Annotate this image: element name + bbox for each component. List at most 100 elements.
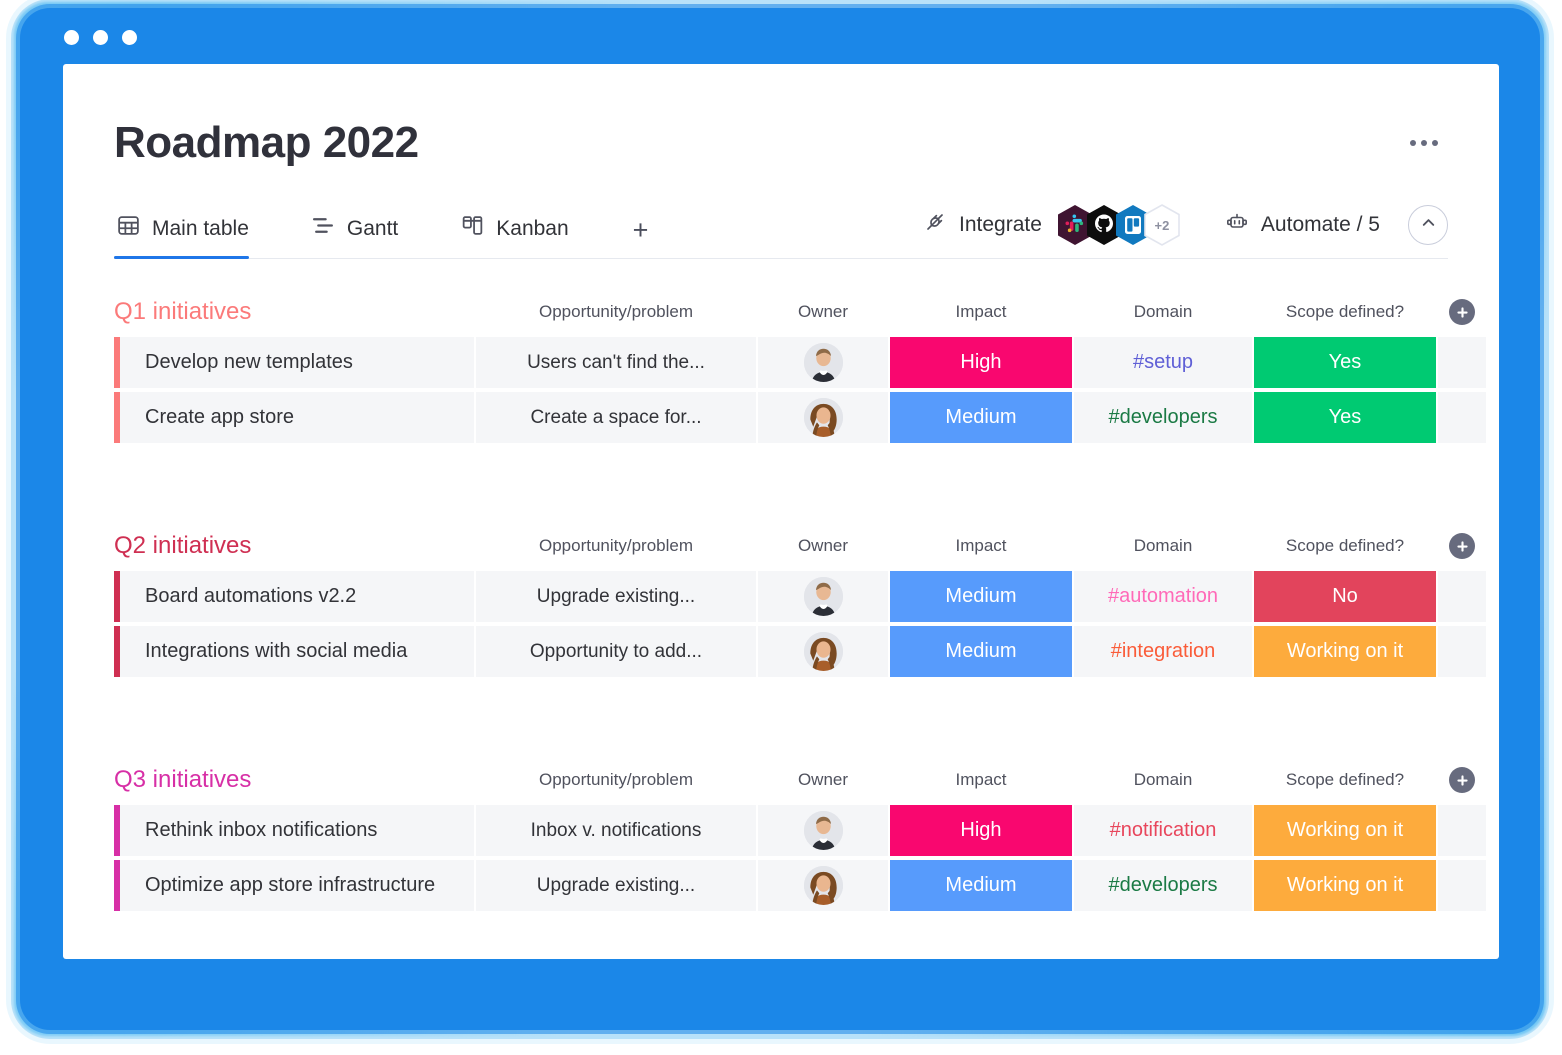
column-header-owner: Owner [797,770,849,789]
dot-glyph [1421,140,1427,146]
row-name[interactable]: Rethink inbox notifications [114,805,474,856]
tab-gantt[interactable]: Gantt [309,213,424,258]
column-header-impact: Impact [955,536,1007,555]
window-maximize-dot[interactable] [122,29,137,45]
row-end-blank [1438,337,1486,388]
screenshot-stage: Roadmap 2022 Main table Gantt Kanban + I… [0,0,1562,1055]
integrations-overflow-label: +2 [1154,217,1170,233]
row-opportunity[interactable]: Users can't find the... [476,337,756,388]
page-title: Roadmap 2022 [114,118,419,167]
row-owner[interactable] [758,392,888,443]
table-row[interactable]: Develop new templates Users can't find t… [114,337,1486,388]
add-column-button[interactable] [1438,525,1486,567]
add-column-button[interactable] [1438,759,1486,801]
table-row[interactable]: Rethink inbox notifications Inbox v. not… [114,805,1486,856]
row-impact[interactable]: High [890,337,1072,388]
row-scope[interactable]: Yes [1254,337,1436,388]
table-row[interactable]: Optimize app store infrastructure Upgrad… [114,860,1486,911]
tab-main-table[interactable]: Main table [114,213,275,259]
view-tabbar: Main table Gantt Kanban + Integrate +2 A… [114,201,1448,259]
row-scope[interactable]: No [1254,571,1436,622]
collapse-toolbar-button[interactable] [1408,205,1448,245]
column-header-scope: Scope defined? [1285,536,1405,555]
row-opportunity[interactable]: Inbox v. notifications [476,805,756,856]
row-impact[interactable]: Medium [890,571,1072,622]
group-q3-title: Q3 initiatives [114,766,252,793]
integrations-avatar-stack[interactable]: +2 [1056,204,1181,246]
group-q1-title-cell: Q1 initiatives [114,291,474,333]
table-row[interactable]: Board automations v2.2 Upgrade existing.… [114,571,1486,622]
integrations-overflow-badge[interactable]: +2 [1143,204,1181,246]
row-end-blank [1438,805,1486,856]
view-tabs: Main table Gantt Kanban + [114,213,659,259]
table-row[interactable]: Integrations with social media Opportuni… [114,626,1486,677]
row-domain[interactable]: #developers [1074,860,1252,911]
column-header-owner: Owner [797,536,849,555]
row-domain[interactable]: #integration [1074,626,1252,677]
plus-circle-icon [1449,533,1475,559]
row-name[interactable]: Optimize app store infrastructure [114,860,474,911]
row-owner[interactable] [758,571,888,622]
row-domain[interactable]: #automation [1074,571,1252,622]
row-owner[interactable] [758,805,888,856]
row-scope[interactable]: Working on it [1254,626,1436,677]
add-column-button[interactable] [1438,291,1486,333]
row-name[interactable]: Create app store [114,392,474,443]
window-close-dot[interactable] [64,29,79,45]
row-domain[interactable]: #setup [1074,337,1252,388]
row-owner[interactable] [758,860,888,911]
dot-glyph [1410,140,1416,146]
row-opportunity[interactable]: Upgrade existing... [476,860,756,911]
male-avatar [803,577,843,616]
table-row[interactable]: Create app store Create a space for... M… [114,392,1486,443]
row-name[interactable]: Develop new templates [114,337,474,388]
female-avatar [803,632,843,671]
plus-circle-icon [1449,299,1475,325]
row-end-blank [1438,626,1486,677]
group-q1-title: Q1 initiatives [114,298,252,325]
automate-button[interactable]: Automate / 5 [1225,210,1380,240]
column-header-opportunity: Opportunity/problem [538,770,694,789]
row-name[interactable]: Board automations v2.2 [114,571,474,622]
integrate-label: Integrate [959,213,1042,236]
row-scope[interactable]: Working on it [1254,805,1436,856]
row-end-blank [1438,571,1486,622]
board-more-options-button[interactable] [1404,130,1444,156]
row-owner[interactable] [758,626,888,677]
page-header: Roadmap 2022 [63,64,1499,165]
gantt-bars-icon [311,213,336,244]
column-header-domain: Domain [1133,536,1193,555]
window-minimize-dot[interactable] [93,29,108,45]
row-owner[interactable] [758,337,888,388]
plug-icon [923,210,947,240]
row-impact[interactable]: Medium [890,860,1072,911]
male-avatar [803,343,843,382]
row-scope[interactable]: Working on it [1254,860,1436,911]
row-end-blank [1438,392,1486,443]
row-opportunity[interactable]: Create a space for... [476,392,756,443]
female-avatar [803,398,843,437]
column-header-impact: Impact [955,302,1007,321]
dot-glyph [1432,140,1438,146]
column-header-impact: Impact [955,770,1007,789]
board-groups: Q1 initiatives Opportunity/problem Owner… [63,291,1499,911]
row-domain[interactable]: #notification [1074,805,1252,856]
column-header-opportunity: Opportunity/problem [538,302,694,321]
tab-kanban[interactable]: Kanban [458,213,594,258]
row-impact[interactable]: Medium [890,626,1072,677]
row-name[interactable]: Integrations with social media [114,626,474,677]
robot-icon [1225,210,1249,240]
add-view-button[interactable]: + [629,217,659,258]
row-opportunity[interactable]: Upgrade existing... [476,571,756,622]
group-q3-header-row: Q3 initiatives Opportunity/problem Owner… [114,759,1475,801]
plus-circle-icon [1449,767,1475,793]
row-impact[interactable]: Medium [890,392,1072,443]
row-domain[interactable]: #developers [1074,392,1252,443]
table-grid-icon [116,213,141,244]
row-opportunity[interactable]: Opportunity to add... [476,626,756,677]
column-header-domain: Domain [1133,770,1193,789]
row-scope[interactable]: Yes [1254,392,1436,443]
integrate-button[interactable]: Integrate [923,210,1042,240]
row-impact[interactable]: High [890,805,1072,856]
